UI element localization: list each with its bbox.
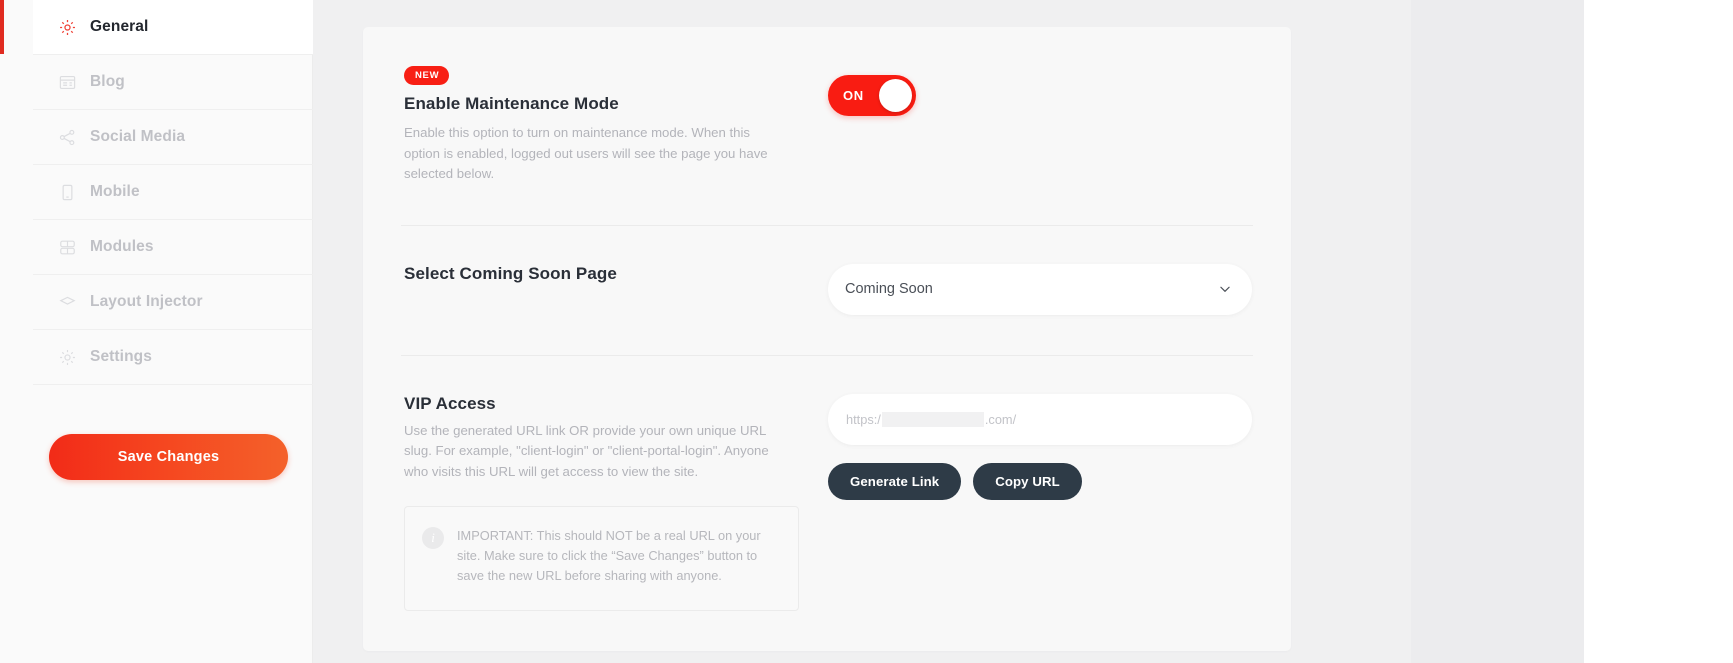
sidebar-item-label: Layout Injector (90, 293, 203, 310)
coming-soon-page-title: Select Coming Soon Page (404, 263, 617, 283)
coming-soon-page-control: Coming Soon (786, 263, 1253, 315)
vip-url-input[interactable]: https:/ .com/ (828, 393, 1252, 445)
sidebar-item-mobile[interactable]: Mobile (33, 165, 313, 220)
generate-link-button[interactable]: Generate Link (828, 462, 962, 500)
new-badge: NEW (404, 66, 450, 85)
info-icon: i (422, 527, 444, 549)
maintenance-mode-description: Enable this option to turn on maintenanc… (404, 125, 768, 181)
toggle-state-label: ON (843, 88, 864, 103)
sidebar-item-blog[interactable]: Blog (33, 55, 313, 110)
vip-url-suffix: .com/ (984, 411, 1017, 427)
maintenance-mode-control: ON (786, 65, 1253, 116)
sidebar-nav: General Blog Social Media Mobile Modules… (0, 0, 313, 385)
vip-access-info: VIP Access Use the generated URL link OR… (401, 393, 799, 611)
save-button-container: Save Changes (33, 385, 313, 480)
modules-icon (58, 238, 77, 257)
sidebar-item-general[interactable]: General (0, 0, 313, 55)
share-icon (58, 128, 77, 147)
sidebar-item-label: Modules (90, 238, 154, 255)
maintenance-mode-title: Enable Maintenance Mode (404, 94, 619, 113)
vip-access-description: Use the generated URL link OR provide yo… (404, 422, 769, 479)
main-content: NEW Enable Maintenance Mode Enable this … (313, 0, 1733, 663)
sidebar-item-settings[interactable]: Settings (33, 330, 313, 385)
maintenance-mode-row: NEW Enable Maintenance Mode Enable this … (401, 27, 1253, 226)
maintenance-mode-toggle[interactable]: ON (828, 75, 916, 116)
vip-access-title: VIP Access (404, 393, 496, 413)
vip-access-row: VIP Access Use the generated URL link OR… (401, 356, 1253, 642)
save-changes-button[interactable]: Save Changes (49, 434, 288, 480)
sidebar-item-label: Settings (90, 348, 152, 365)
coming-soon-page-row: Select Coming Soon Page Coming Soon (401, 226, 1253, 356)
sidebar-item-label: Mobile (90, 183, 140, 200)
vip-url-redacted-domain (881, 411, 984, 427)
chevron-down-icon (1218, 282, 1232, 296)
sidebar-item-modules[interactable]: Modules (33, 220, 313, 275)
toggle-knob (879, 79, 912, 112)
sidebar-item-label: Social Media (90, 128, 186, 145)
gear-icon (58, 18, 77, 37)
layers-icon (58, 293, 77, 312)
settings-page: General Blog Social Media Mobile Modules… (0, 0, 1733, 663)
settings-card: NEW Enable Maintenance Mode Enable this … (363, 27, 1291, 651)
gear-outline-icon (58, 348, 77, 367)
maintenance-mode-info: NEW Enable Maintenance Mode Enable this … (401, 65, 786, 185)
blog-icon (58, 73, 77, 92)
mobile-icon (58, 183, 77, 202)
coming-soon-page-select[interactable]: Coming Soon (828, 263, 1252, 315)
copy-url-button[interactable]: Copy URL (973, 462, 1082, 500)
vip-access-notice-text: IMPORTANT: This should NOT be a real URL… (457, 528, 761, 583)
sidebar-item-label: Blog (90, 73, 125, 90)
sidebar-item-social-media[interactable]: Social Media (33, 110, 313, 165)
select-selected-value: Coming Soon (845, 281, 933, 297)
vip-url-prefix: https:/ (846, 411, 881, 427)
vip-access-buttons: Generate Link Copy URL (828, 462, 1082, 500)
vip-access-control: https:/ .com/ Generate Link Copy URL (786, 393, 1253, 500)
sidebar: General Blog Social Media Mobile Modules… (0, 0, 313, 663)
sidebar-item-layout-injector[interactable]: Layout Injector (33, 275, 313, 330)
coming-soon-page-info: Select Coming Soon Page (401, 264, 786, 291)
vip-access-notice: i IMPORTANT: This should NOT be a real U… (404, 506, 799, 611)
sidebar-item-label: General (90, 18, 149, 35)
